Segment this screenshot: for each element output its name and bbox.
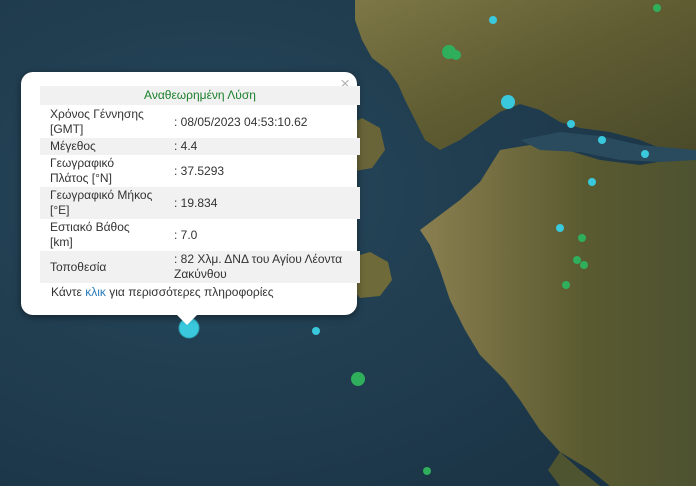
- more-info-link[interactable]: κλικ: [85, 285, 106, 299]
- event-details-table: Χρόνος Γέννησης [GMT] : 08/05/2023 04:53…: [40, 106, 360, 283]
- popup-title: Αναθεωρημένη Λύση: [40, 86, 360, 105]
- event-marker[interactable]: [556, 224, 564, 232]
- row-value: : 82 Χλμ. ΔΝΔ του Αγίου Λέοντα Ζακύνθου: [174, 252, 343, 281]
- event-marker[interactable]: [562, 281, 570, 289]
- more-prefix: Κάντε: [51, 285, 82, 299]
- event-marker[interactable]: [573, 256, 581, 264]
- table-row: Μέγεθος : 4.4: [40, 138, 360, 155]
- event-marker[interactable]: [312, 327, 320, 335]
- row-label: Γεωγραφικό Μήκος [°E]: [50, 188, 153, 217]
- popup-pointer: [176, 314, 198, 325]
- table-row: Εστιακό Βάθος [km] : 7.0: [40, 219, 360, 251]
- table-row: Γεωγραφικό Μήκος [°E] : 19.834: [40, 187, 360, 219]
- row-value: : 19.834: [174, 195, 218, 210]
- event-marker[interactable]: [567, 120, 575, 128]
- row-value: : 08/05/2023 04:53:10.62: [174, 114, 308, 129]
- table-row: Χρόνος Γέννησης [GMT] : 08/05/2023 04:53…: [40, 106, 360, 138]
- row-label: Τοποθεσία: [50, 259, 107, 274]
- table-row: Τοποθεσία : 82 Χλμ. ΔΝΔ του Αγίου Λέοντα…: [40, 251, 360, 283]
- event-info-popup: × Αναθεωρημένη Λύση Χρόνος Γέννησης [GMT…: [21, 72, 360, 315]
- row-value: : 4.4: [174, 139, 198, 153]
- row-value: : 37.5293: [174, 163, 225, 178]
- event-marker[interactable]: [598, 136, 606, 144]
- event-marker[interactable]: [641, 150, 649, 158]
- row-label: Γεωγραφικό Πλάτος [°N]: [50, 156, 115, 185]
- more-info-line: Κάντε κλικ για περισσότερες πληροφορίες: [51, 285, 274, 299]
- event-marker[interactable]: [423, 467, 431, 475]
- event-marker[interactable]: [578, 234, 586, 242]
- row-label: Μέγεθος: [50, 139, 96, 153]
- table-row: Γεωγραφικό Πλάτος [°N] : 37.5293: [40, 155, 360, 187]
- event-marker[interactable]: [588, 178, 596, 186]
- row-label: Χρόνος Γέννησης [GMT]: [50, 107, 144, 136]
- event-marker[interactable]: [653, 4, 661, 12]
- event-marker[interactable]: [351, 372, 365, 386]
- event-marker[interactable]: [580, 261, 588, 269]
- more-suffix: για περισσότερες πληροφορίες: [109, 285, 274, 299]
- row-value: : 7.0: [174, 227, 198, 242]
- event-marker[interactable]: [451, 50, 461, 60]
- event-marker[interactable]: [501, 95, 515, 109]
- event-marker[interactable]: [489, 16, 497, 24]
- row-label: Εστιακό Βάθος [km]: [50, 220, 130, 249]
